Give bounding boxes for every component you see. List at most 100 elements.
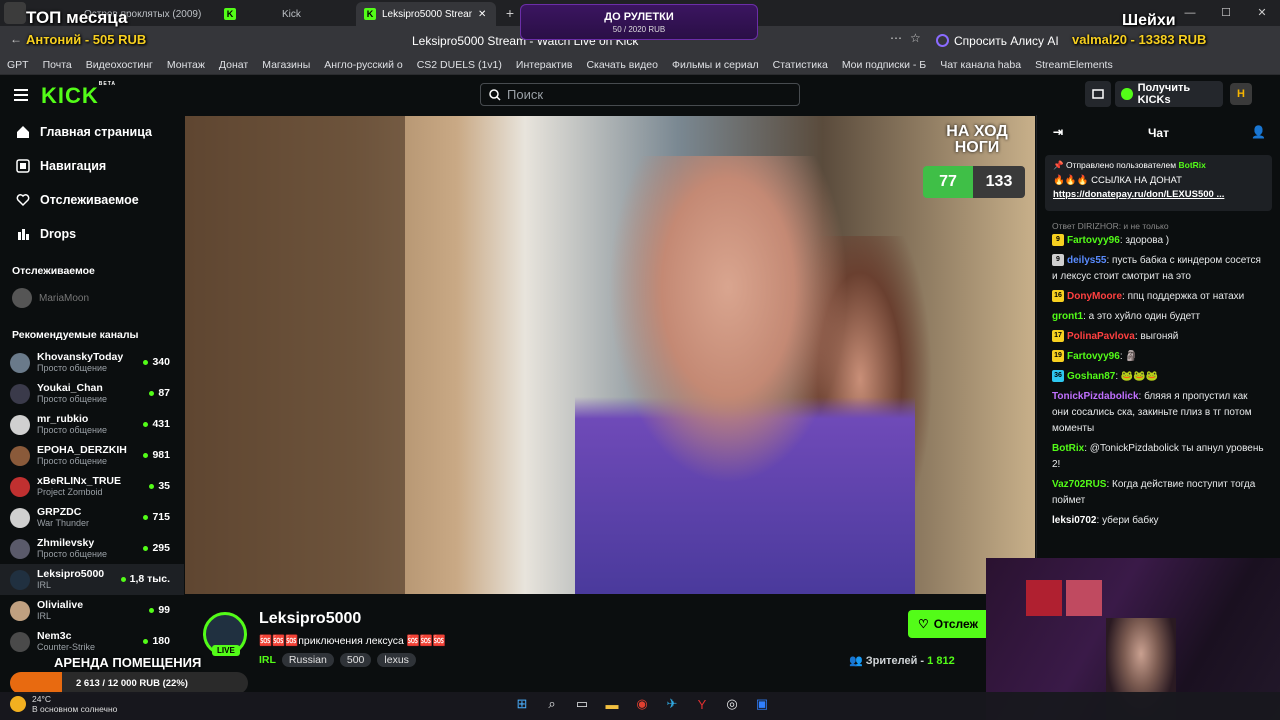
live-dot-icon: [143, 514, 149, 520]
channel-name: KhovanskyToday: [37, 351, 124, 363]
video-overlay-title: НА ХОД НОГИ: [946, 123, 1008, 156]
bookmark-item[interactable]: Мои подписки - Б: [835, 59, 933, 71]
alice-button[interactable]: Спросить Алису AI: [936, 30, 1059, 51]
minimize-icon[interactable]: —: [1172, 0, 1208, 26]
chat-username[interactable]: Fartovyy96: [1067, 235, 1120, 246]
sidebar-channel[interactable]: EPOHA_DERZKIH Просто общение 981: [0, 440, 184, 471]
chat-username[interactable]: PolinaPavlova: [1067, 331, 1135, 342]
bookmark-item[interactable]: Интерактив: [509, 59, 580, 71]
bookmark-item[interactable]: CS2 DUELS (1v1): [410, 59, 509, 71]
kicks-coin-icon: [1121, 88, 1133, 100]
bookmark-item[interactable]: Почта: [36, 59, 79, 71]
new-tab-icon[interactable]: +: [502, 5, 518, 21]
chat-username[interactable]: TonickPizdabolick: [1052, 391, 1139, 402]
bookmark-icon[interactable]: ☆: [910, 31, 921, 45]
bookmark-item[interactable]: Фильмы и сериал: [665, 59, 766, 71]
pinned-message: 📌 Отправлено пользователем BotRix 🔥🔥🔥 СС…: [1045, 155, 1272, 211]
weather-widget[interactable]: 24°C В основном солнечно: [10, 694, 117, 714]
sidebar-channel[interactable]: Nem3c Counter-Strike 180: [0, 626, 184, 657]
search-icon: [489, 88, 501, 101]
obs-icon[interactable]: ◎: [722, 694, 742, 714]
telegram-icon[interactable]: ✈: [662, 694, 682, 714]
back-icon[interactable]: ←: [10, 32, 22, 46]
bookmark-item[interactable]: StreamElements: [1028, 59, 1120, 71]
more-icon[interactable]: ⋯: [890, 31, 902, 45]
user-avatar[interactable]: H: [1230, 83, 1252, 105]
channel-category: Просто общение: [37, 456, 107, 466]
bookmark-item[interactable]: Скачать видео: [579, 59, 665, 71]
app-icon[interactable]: ▣: [752, 694, 772, 714]
top-month-donor: Антоний - 505 RUB: [26, 32, 147, 47]
nav-drops[interactable]: Drops: [0, 217, 184, 251]
sub-badge-icon: 9: [1052, 254, 1064, 267]
pinned-by: 📌 Отправлено пользователем BotRix: [1053, 160, 1264, 171]
channel-name: Nem3c: [37, 630, 72, 642]
chat-username[interactable]: gront1: [1052, 311, 1083, 322]
pinned-link[interactable]: https://donatepay.ru/don/LEXUS500 ...: [1053, 189, 1264, 200]
close-icon[interactable]: ✕: [478, 9, 486, 20]
browser-menu-icon[interactable]: [4, 2, 26, 24]
bookmark-item[interactable]: Статистика: [766, 59, 835, 71]
collapse-chat-icon[interactable]: ⇥: [1053, 125, 1063, 139]
sidebar-channel[interactable]: Olivialive IRL 99: [0, 595, 184, 626]
windows-start-icon[interactable]: ⊞: [512, 694, 532, 714]
task-view-icon[interactable]: ▭: [572, 694, 592, 714]
chat-username[interactable]: deilys55: [1067, 255, 1106, 266]
library-button[interactable]: [1085, 81, 1111, 107]
live-dot-icon: [120, 576, 126, 582]
sidebar-channel[interactable]: Youkai_Chan Просто общение 87: [0, 378, 184, 409]
search-icon[interactable]: ⌕: [542, 694, 562, 714]
bookmark-item[interactable]: Монтаж: [160, 59, 212, 71]
bookmark-item[interactable]: Чат канала haba: [933, 59, 1028, 71]
following-channel[interactable]: MariaMoon: [0, 283, 184, 313]
close-window-icon[interactable]: ✕: [1244, 0, 1280, 26]
sidebar-channel[interactable]: xBeRLINx_TRUE Project Zomboid 35: [0, 471, 184, 502]
nav-browse[interactable]: Навигация: [0, 149, 184, 183]
yandex-browser-icon[interactable]: Y: [692, 694, 712, 714]
channel-category: War Thunder: [37, 518, 90, 528]
chat-messages: 9 Fartovyy96: здорова ) 9 deilys55: пусть б…: [1037, 231, 1280, 531]
nav-home[interactable]: Главная страница: [0, 115, 184, 149]
video-player[interactable]: [185, 116, 1035, 594]
bookmark-item[interactable]: GPT: [0, 59, 36, 71]
chat-username[interactable]: Fartovyy96: [1067, 351, 1120, 362]
tag[interactable]: lexus: [377, 653, 416, 667]
file-explorer-icon[interactable]: ▬: [602, 694, 622, 714]
search-input[interactable]: Поиск: [480, 83, 800, 106]
menu-icon[interactable]: [14, 89, 28, 104]
category-link[interactable]: IRL: [259, 654, 276, 666]
channel-name: mr_rubkio: [37, 413, 89, 425]
sidebar-channel[interactable]: Leksipro5000 IRL 1,8 тыс.: [0, 564, 184, 595]
video-scene-window: [185, 116, 405, 594]
channel-name: xBeRLINx_TRUE: [37, 475, 122, 487]
sidebar-channel[interactable]: Zhmilevsky Просто общение 295: [0, 533, 184, 564]
avatar: [10, 600, 30, 621]
maximize-icon[interactable]: ☐: [1208, 0, 1244, 26]
viewer-count: 431: [152, 418, 170, 430]
chat-username[interactable]: Goshan87: [1067, 371, 1115, 382]
kick-logo[interactable]: KICKBETA: [41, 81, 116, 109]
chrome-icon[interactable]: ◉: [632, 694, 652, 714]
sidebar-channel[interactable]: KhovanskyToday Просто общение 340: [0, 347, 184, 378]
tab-3-active[interactable]: K Leksipro5000 Stream ✕: [356, 2, 496, 26]
chat-username[interactable]: Vaz702RUS: [1052, 479, 1106, 490]
bookmark-item[interactable]: Видеохостинг: [79, 59, 160, 71]
get-kicks-button[interactable]: Получить KICKs: [1115, 81, 1223, 107]
tab-2[interactable]: K Kick: [216, 2, 356, 26]
chat-username[interactable]: BotRix: [1052, 443, 1084, 454]
streamer-name[interactable]: Leksipro5000: [259, 610, 361, 628]
chat-username[interactable]: leksi0702: [1052, 515, 1097, 526]
sidebar-channel[interactable]: GRPZDC War Thunder 715: [0, 502, 184, 533]
alice-label: Спросить Алису AI: [954, 33, 1059, 48]
bookmark-item[interactable]: Донат: [212, 59, 255, 71]
poll-option-b: 133: [973, 166, 1025, 198]
tag[interactable]: Russian: [281, 653, 334, 667]
pinned-by-user: BotRix: [1178, 160, 1206, 170]
users-icon[interactable]: 👤: [1251, 125, 1266, 139]
nav-following[interactable]: Отслеживаемое: [0, 183, 184, 217]
bookmark-item[interactable]: Магазины: [255, 59, 317, 71]
bookmark-item[interactable]: Англо-русский о: [317, 59, 409, 71]
sidebar-channel[interactable]: mr_rubkio Просто общение 431: [0, 409, 184, 440]
chat-username[interactable]: DonyMoore: [1067, 291, 1122, 302]
tag[interactable]: 500: [339, 653, 372, 667]
